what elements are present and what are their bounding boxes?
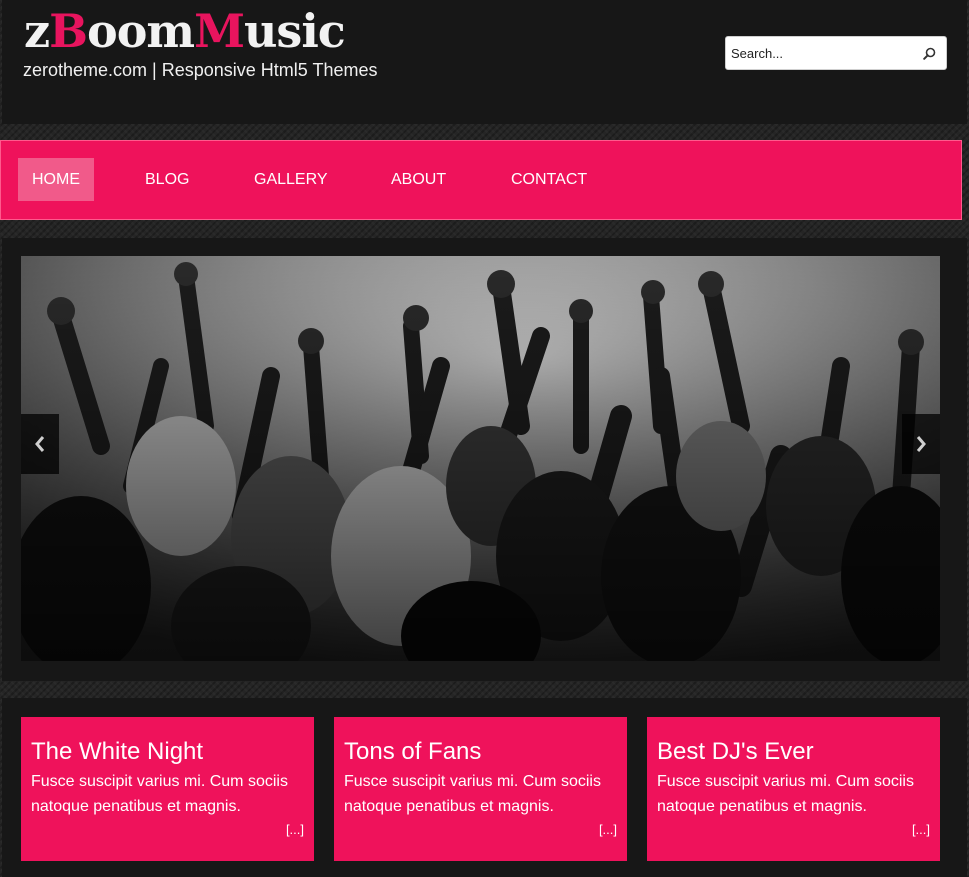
chevron-right-icon bbox=[916, 436, 926, 452]
logo-accent-letter: B bbox=[49, 4, 88, 58]
read-more-link[interactable]: [...] bbox=[286, 822, 304, 837]
read-more-link[interactable]: [...] bbox=[599, 822, 617, 837]
logo-text-part: z bbox=[24, 4, 50, 58]
card-title: The White Night bbox=[31, 738, 204, 765]
search-input[interactable] bbox=[726, 37, 912, 69]
card-text: Fusce suscipit varius mi. Cum sociis nat… bbox=[31, 773, 288, 815]
card-title: Best DJ's Ever bbox=[657, 738, 814, 765]
nav-item-about[interactable]: ABOUT bbox=[391, 158, 446, 201]
search-button[interactable] bbox=[912, 37, 946, 69]
feature-card: The White Night Fusce suscipit varius mi… bbox=[21, 717, 314, 861]
main-nav: HOME BLOG GALLERY ABOUT CONTACT bbox=[0, 140, 962, 220]
nav-item-contact[interactable]: CONTACT bbox=[511, 158, 587, 201]
chevron-left-icon bbox=[35, 436, 45, 452]
site-logo[interactable]: zBoomMusic bbox=[24, 8, 346, 54]
read-more-link[interactable]: [...] bbox=[912, 822, 930, 837]
search-icon bbox=[922, 47, 935, 60]
feature-card: Best DJ's Ever Fusce suscipit varius mi.… bbox=[647, 717, 940, 861]
card-text: Fusce suscipit varius mi. Cum sociis nat… bbox=[344, 773, 601, 815]
card-text: Fusce suscipit varius mi. Cum sociis nat… bbox=[657, 773, 914, 815]
header: zBoomMusic zerotheme.com | Responsive Ht… bbox=[2, 0, 967, 124]
slider-prev-button[interactable] bbox=[21, 414, 59, 474]
site-tagline: zerotheme.com | Responsive Html5 Themes bbox=[23, 60, 378, 80]
slider-next-button[interactable] bbox=[902, 414, 940, 474]
nav-item-home[interactable]: HOME bbox=[18, 158, 94, 201]
slide-image bbox=[21, 256, 940, 661]
feature-card: Tons of Fans Fusce suscipit varius mi. C… bbox=[334, 717, 627, 861]
logo-text-part: oom bbox=[87, 4, 195, 58]
image-slider[interactable] bbox=[21, 256, 940, 661]
logo-accent-letter: M bbox=[194, 4, 245, 58]
nav-item-gallery[interactable]: GALLERY bbox=[254, 158, 328, 201]
card-title: Tons of Fans bbox=[344, 738, 482, 765]
nav-item-blog[interactable]: BLOG bbox=[145, 158, 189, 201]
search-box bbox=[725, 36, 947, 70]
logo-text-part: usic bbox=[243, 4, 346, 58]
